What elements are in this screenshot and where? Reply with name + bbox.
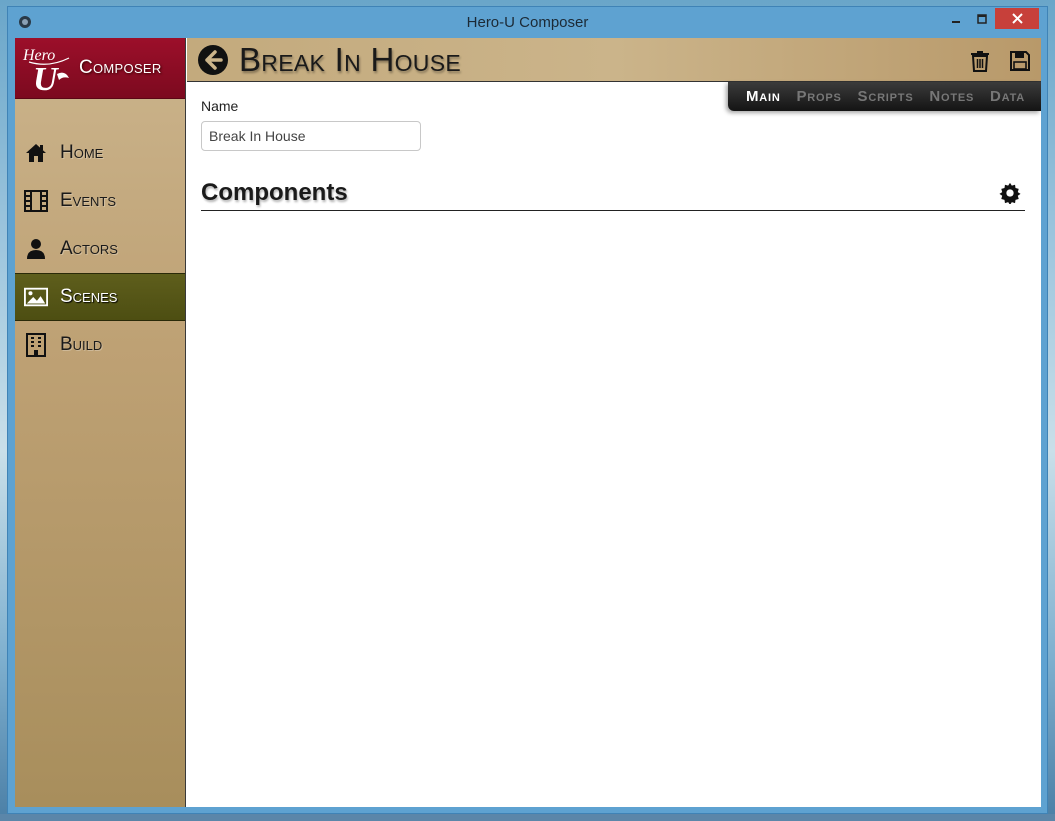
close-icon bbox=[1011, 13, 1023, 24]
sidebar-item-actors[interactable]: Actors bbox=[15, 225, 185, 273]
back-arrow-icon[interactable] bbox=[197, 44, 229, 76]
sidebar: Hero U Composer Home Events Actors Scene… bbox=[15, 38, 186, 807]
name-input[interactable] bbox=[201, 121, 421, 151]
hero-u-logo: Hero U bbox=[22, 47, 70, 96]
sidebar-nav: Home Events Actors Scenes Build bbox=[15, 129, 185, 369]
sidebar-item-build[interactable]: Build bbox=[15, 321, 185, 369]
maximize-icon bbox=[977, 13, 987, 24]
header-actions bbox=[969, 50, 1031, 72]
window-controls bbox=[943, 8, 1039, 29]
film-icon bbox=[24, 189, 48, 213]
gear-icon[interactable] bbox=[999, 182, 1021, 204]
main-content: Name Components bbox=[201, 98, 1025, 211]
sidebar-item-events[interactable]: Events bbox=[15, 177, 185, 225]
page-header: Break In House bbox=[187, 38, 1041, 82]
minimize-button[interactable] bbox=[943, 8, 969, 29]
sidebar-item-label: Events bbox=[60, 190, 117, 211]
sidebar-item-label: Scenes bbox=[60, 286, 118, 307]
components-header: Components bbox=[201, 179, 1025, 211]
components-title: Components bbox=[201, 179, 348, 206]
name-label: Name bbox=[201, 98, 239, 114]
user-icon bbox=[24, 237, 48, 261]
sidebar-item-scenes[interactable]: Scenes bbox=[15, 273, 185, 321]
sidebar-item-home[interactable]: Home bbox=[15, 129, 185, 177]
desktop-background bbox=[0, 814, 1055, 821]
app-name: Composer bbox=[79, 57, 162, 78]
save-icon[interactable] bbox=[1009, 50, 1031, 72]
app-icon bbox=[19, 16, 31, 28]
sidebar-item-label: Build bbox=[60, 334, 103, 355]
maximize-button[interactable] bbox=[969, 8, 995, 29]
image-icon bbox=[24, 285, 48, 309]
app-logo[interactable]: Hero U Composer bbox=[15, 38, 185, 99]
minimize-icon bbox=[952, 20, 960, 23]
building-icon bbox=[24, 333, 48, 357]
sidebar-item-label: Actors bbox=[60, 238, 118, 259]
app-client: Hero U Composer Home Events Actors Scene… bbox=[15, 38, 1041, 807]
title-bar[interactable]: Hero-U Composer bbox=[8, 7, 1047, 38]
close-button[interactable] bbox=[995, 8, 1039, 29]
home-icon bbox=[24, 141, 48, 165]
app-window: Hero-U Composer Hero U Composer Home Eve… bbox=[7, 6, 1048, 814]
trash-icon[interactable] bbox=[969, 50, 991, 72]
sidebar-item-label: Home bbox=[60, 142, 104, 163]
page-title: Break In House bbox=[239, 40, 461, 78]
window-title: Hero-U Composer bbox=[466, 14, 589, 31]
svg-text:U: U bbox=[33, 61, 60, 96]
